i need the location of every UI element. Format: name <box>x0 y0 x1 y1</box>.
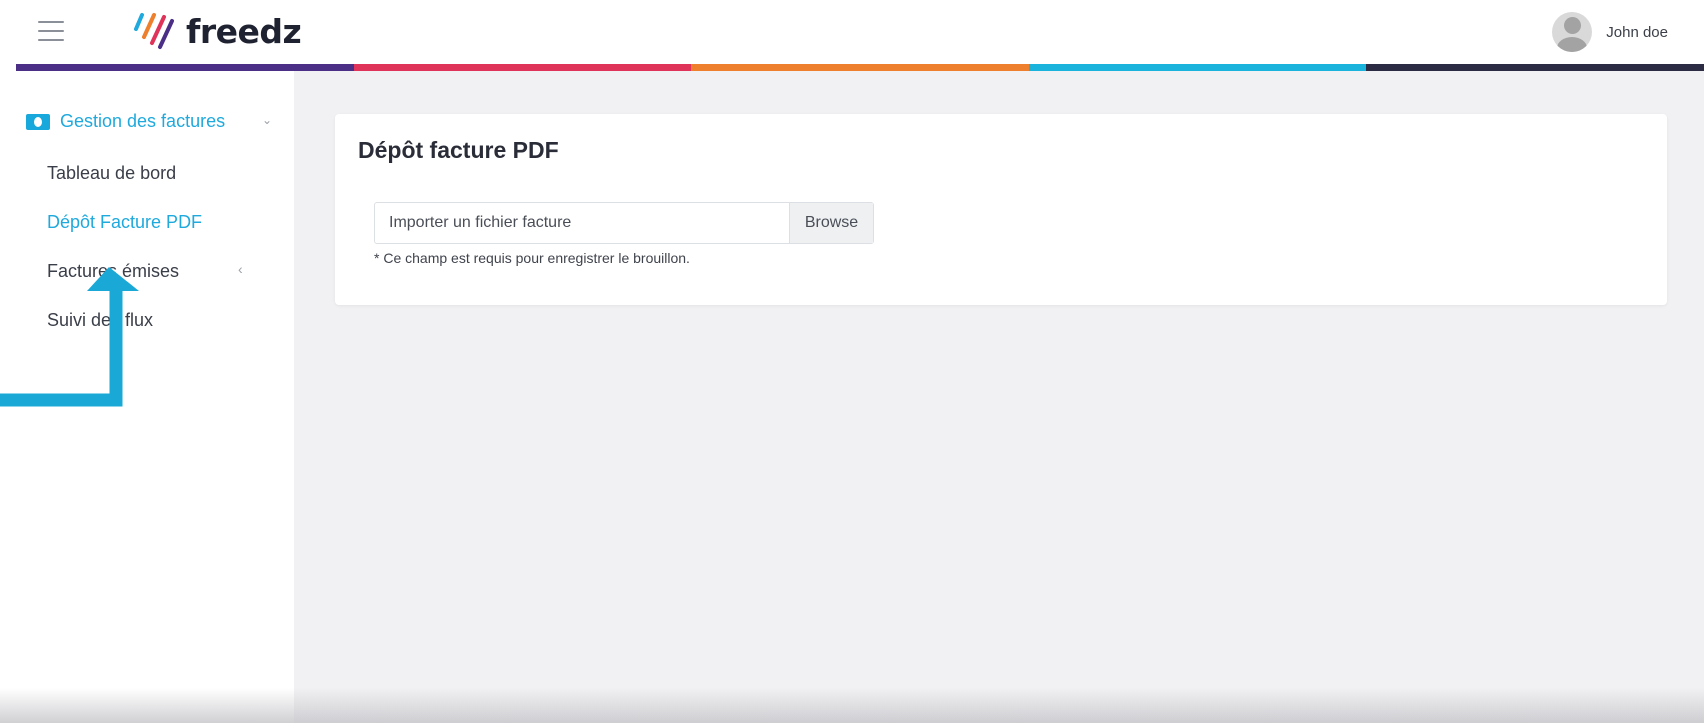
chevron-left-icon[interactable]: ‹ <box>238 261 243 277</box>
logo-text: freedz <box>186 11 302 51</box>
chevron-down-icon[interactable]: ⌄ <box>262 113 272 127</box>
file-upload-input[interactable]: Importer un fichier facture Browse <box>374 202 874 244</box>
user-name: John doe <box>1606 23 1668 41</box>
annotation-arrow-icon <box>0 267 139 407</box>
browse-button[interactable]: Browse <box>789 203 873 243</box>
user-menu[interactable]: John doe <box>1552 12 1668 52</box>
page-title: Dépôt facture PDF <box>358 137 559 163</box>
file-input-text[interactable]: Importer un fichier facture <box>375 203 789 243</box>
avatar-icon <box>1552 12 1593 52</box>
field-hint: * Ce champ est requis pour enregistrer l… <box>374 250 690 266</box>
brand-color-bar <box>16 64 1704 71</box>
upload-card: Dépôt facture PDF Importer un fichier fa… <box>335 114 1667 305</box>
top-bar: freedz John doe <box>0 0 1704 64</box>
bottom-shadow <box>0 688 1704 723</box>
